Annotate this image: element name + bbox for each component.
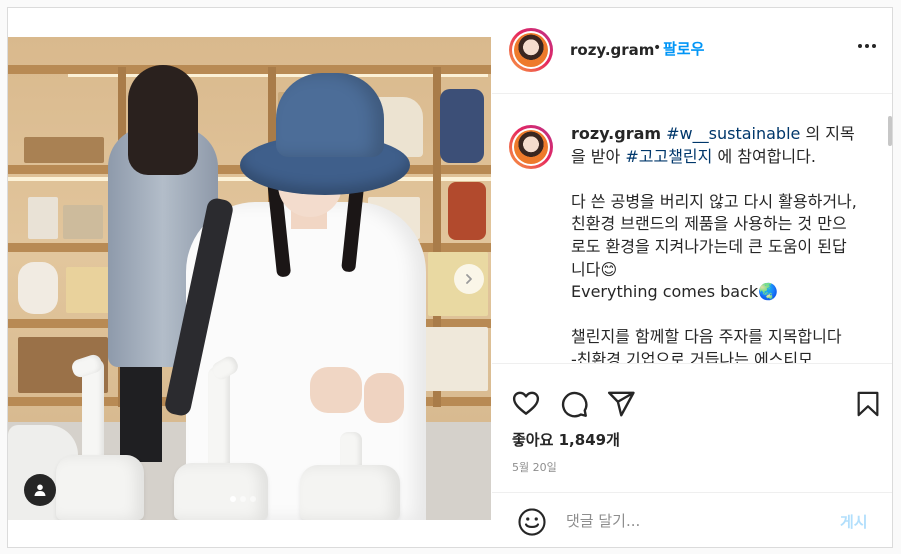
carousel-dot — [230, 496, 236, 502]
photo-person-legs — [120, 362, 162, 462]
photo-item — [63, 205, 103, 239]
caption-scrollbar[interactable] — [888, 116, 892, 146]
post-header: rozy.gram • 팔로우 — [492, 8, 892, 94]
heart-icon[interactable] — [511, 388, 541, 418]
post-side-panel: rozy.gram • 팔로우 rozy.gram #w__sustainabl… — [492, 8, 892, 547]
photo-item — [18, 262, 58, 314]
photo-item — [440, 89, 484, 163]
photo-item — [28, 197, 58, 239]
caption-username[interactable]: rozy.gram — [571, 124, 661, 143]
photo-pump — [208, 367, 230, 477]
avatar-frame — [512, 128, 550, 166]
photo-shelf — [8, 65, 491, 74]
like-count[interactable]: 좋아요 1,849개 — [512, 429, 620, 450]
post-comment-button[interactable]: 게시 — [840, 511, 868, 532]
user-tag-icon — [34, 484, 46, 496]
emoji-icon[interactable] — [517, 507, 547, 537]
user-tag-button[interactable] — [24, 474, 56, 506]
share-icon[interactable] — [606, 389, 636, 419]
comment-icon[interactable] — [559, 389, 589, 419]
post-actions: 좋아요 1,849개 5월 20일 — [492, 363, 892, 513]
post-card: rozy.gram • 팔로우 rozy.gram #w__sustainabl… — [7, 7, 893, 548]
post-photo[interactable] — [8, 37, 491, 520]
caption-text: rozy.gram #w__sustainable 의 지목을 받아 #고고챌린… — [571, 123, 861, 363]
comment-input[interactable] — [566, 509, 816, 533]
caption-body: 에 참여합니다. 다 쓴 공병을 버리지 않고 다시 활용하거나, 친환경 브랜… — [571, 146, 857, 363]
photo-item — [448, 182, 486, 240]
photo-item — [24, 137, 104, 163]
photo-hand — [310, 367, 362, 413]
header-avatar[interactable] — [509, 28, 553, 72]
chevron-right-icon — [466, 274, 472, 284]
photo-pump — [300, 465, 400, 520]
photo-pump — [56, 455, 144, 520]
caption-hashtag[interactable]: #w__sustainable — [666, 124, 800, 143]
avatar-frame — [512, 31, 550, 69]
photo-pump — [174, 463, 268, 520]
photo-item — [66, 267, 112, 313]
caption-avatar[interactable] — [509, 125, 553, 169]
photo-hand — [364, 373, 404, 423]
carousel-dot — [250, 496, 256, 502]
header-username[interactable]: rozy.gram — [570, 41, 654, 59]
photo-hat-crown — [276, 73, 384, 157]
avatar-image — [514, 33, 548, 67]
more-icon[interactable] — [858, 44, 876, 48]
bookmark-icon[interactable] — [854, 389, 882, 419]
caption-area: rozy.gram #w__sustainable 의 지목을 받아 #고고챌린… — [492, 95, 888, 363]
comment-bar: 게시 — [492, 492, 892, 547]
follow-button[interactable]: 팔로우 — [663, 38, 704, 59]
carousel-indicator — [230, 496, 256, 502]
photo-person-hair — [128, 65, 198, 175]
carousel-dot — [240, 496, 246, 502]
next-slide-button[interactable] — [454, 264, 484, 294]
follow-separator: • — [653, 40, 662, 56]
post-date[interactable]: 5월 20일 — [512, 459, 557, 475]
caption-hashtag[interactable]: #고고챌린지 — [625, 147, 712, 166]
avatar-image — [514, 130, 548, 164]
